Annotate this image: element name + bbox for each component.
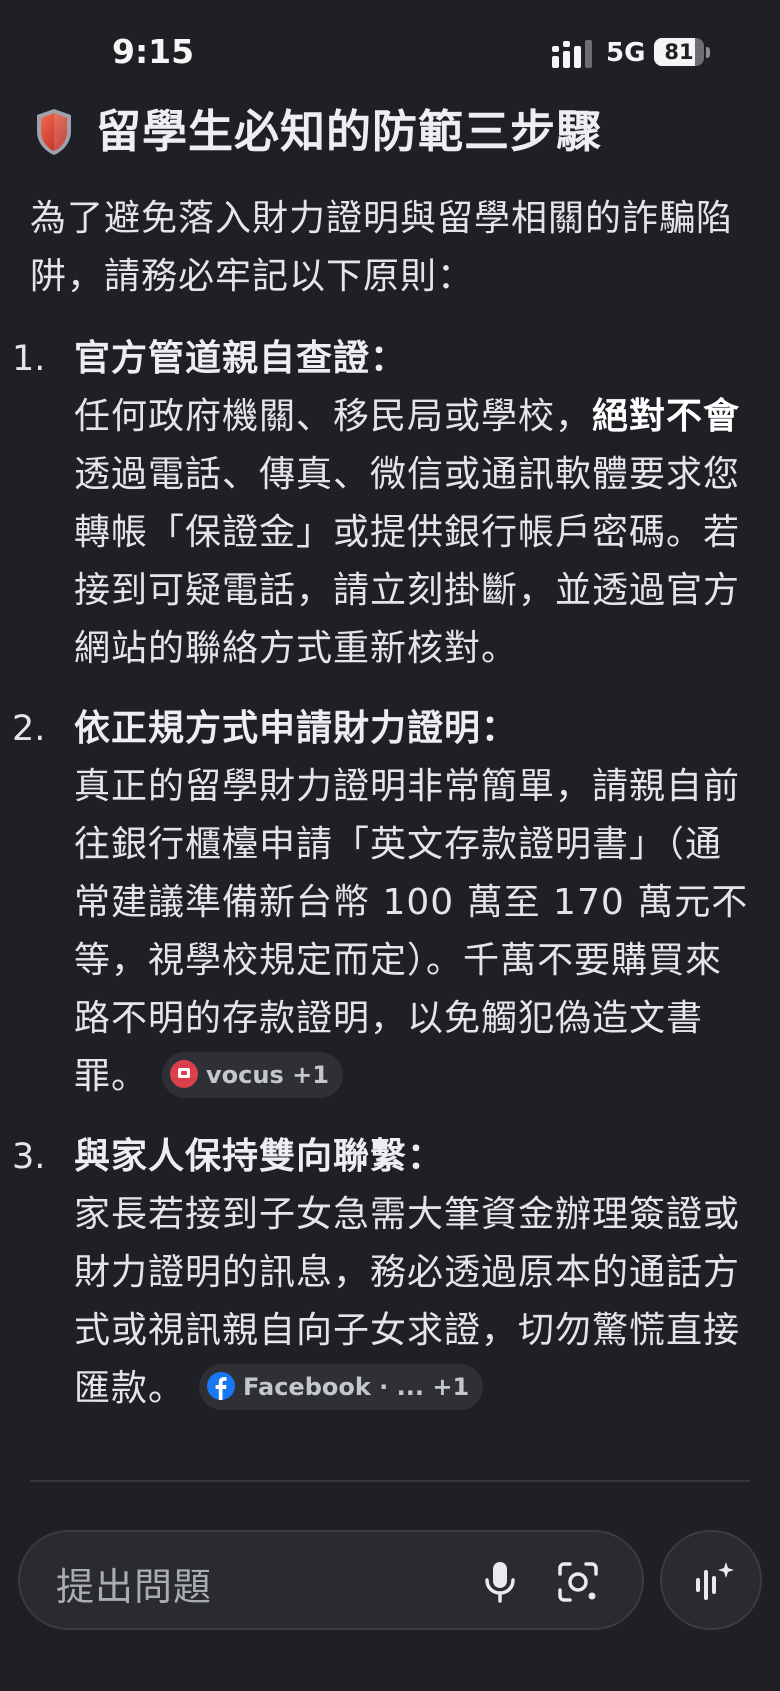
camera-search-icon[interactable] — [556, 1560, 600, 1604]
list-item-title: 依正規方式申請財力證明： — [74, 708, 519, 749]
live-button[interactable] — [660, 1530, 762, 1630]
list-item: 1. 官方管道親自查證： 任何政府機關、移民局或學校，絕對不會透過電話、傳真、微信… — [0, 330, 780, 678]
source-chip-vocus[interactable]: vocus +1 — [162, 1052, 343, 1098]
list-item-title: 與家人保持雙向聯繫： — [74, 1136, 445, 1177]
source-chip-label: vocus +1 — [206, 1061, 329, 1089]
network-type: 5G — [606, 38, 646, 68]
section-heading: 留學生必知的防範三步驟 — [32, 100, 752, 166]
ask-input-placeholder[interactable]: 提出問題 — [56, 1556, 212, 1611]
source-chip-facebook[interactable]: Facebook · ... +1 — [199, 1364, 484, 1410]
list-item-text: 真正的留學財力證明非常簡單，請親自前往銀行櫃檯申請「英文存款證明書」（通常建議準… — [74, 766, 749, 1097]
status-time: 9:15 — [112, 32, 195, 71]
list-number: 2. — [12, 709, 46, 749]
source-chip-label: Facebook · ... +1 — [243, 1373, 470, 1401]
list-item-text: 任何政府機關、移民局或學校， — [74, 396, 593, 437]
battery-percent: 81 — [664, 40, 694, 64]
emphasis-text: 絕對不會 — [592, 396, 741, 437]
ask-input-bar[interactable]: 提出問題 — [18, 1530, 644, 1630]
shield-icon — [37, 109, 71, 155]
mic-icon[interactable] — [480, 1560, 520, 1604]
facebook-icon — [207, 1372, 236, 1400]
divider — [30, 1480, 750, 1482]
list-item: 2. 依正規方式申請財力證明： 真正的留學財力證明非常簡單，請親自前往銀行櫃檯申請… — [0, 700, 780, 1106]
signal-icon — [552, 40, 592, 68]
list-item-body: 依正規方式申請財力證明： 真正的留學財力證明非常簡單，請親自前往銀行櫃檯申請「英文… — [74, 700, 754, 1106]
live-sparkle-icon — [696, 1562, 734, 1600]
vocus-icon — [170, 1060, 199, 1088]
heading-title: 留學生必知的防範三步驟 — [96, 105, 603, 158]
list-number: 3. — [12, 1137, 46, 1177]
list-number: 1. — [12, 339, 46, 379]
list-item-body: 官方管道親自查證： 任何政府機關、移民局或學校，絕對不會透過電話、傳真、微信或通訊… — [74, 330, 754, 678]
steps-list: 1. 官方管道親自查證： 任何政府機關、移民局或學校，絕對不會透過電話、傳真、微信… — [0, 330, 780, 1440]
list-item-body: 與家人保持雙向聯繫： 家長若接到子女急需大筆資金辦理簽證或財力證明的訊息，務必透過… — [74, 1128, 754, 1418]
list-item-text: 透過電話、傳真、微信或通訊軟體要求您轉帳「保證金」或提供銀行帳戶密碼。若接到可疑… — [74, 454, 741, 669]
chat-screen: 9:15 5G 81 留學生必知的防範三步驟 為了避免落入財力證明與留學相關的詐… — [0, 0, 780, 1691]
status-bar: 9:15 5G 81 — [0, 0, 780, 100]
battery-icon: 81 — [654, 38, 710, 68]
list-item-title: 官方管道親自查證： — [74, 338, 408, 379]
intro-paragraph: 為了避免落入財力證明與留學相關的詐騙陷阱，請務必牢記以下原則： — [30, 198, 734, 297]
list-item: 3. 與家人保持雙向聯繫： 家長若接到子女急需大筆資金辦理簽證或財力證明的訊息，務… — [0, 1128, 780, 1418]
